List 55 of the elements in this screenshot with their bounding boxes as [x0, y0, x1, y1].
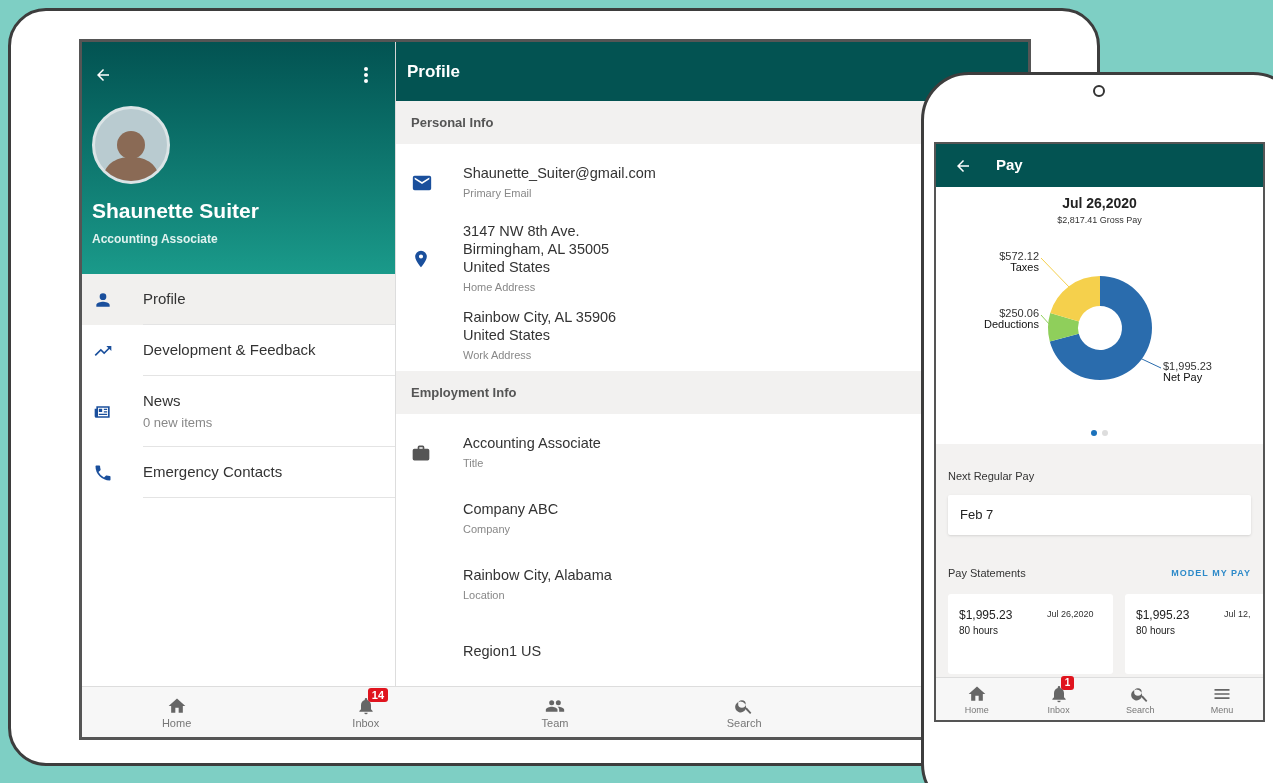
nav-tab[interactable]: Inbox — [352, 717, 380, 729]
field-label: Title — [463, 456, 485, 472]
notification-badge: 1 — [1060, 675, 1075, 690]
field-label: Primary Email — [463, 186, 533, 202]
section-heading: Pay Statements — [948, 566, 1026, 581]
statement-hours: 80 hours — [1136, 623, 1176, 638]
drawer-item-sublabel: 0 new items — [143, 413, 214, 432]
field-value: Accounting Associate — [463, 434, 601, 453]
user-name: Shaunette Suiter — [92, 198, 260, 224]
pay-statement-card[interactable]: $1,995.23 80 hours Jul 12, — [1125, 593, 1263, 674]
field-value: Shaunette_Suiter@gmail.com — [463, 164, 656, 183]
page-title: Pay — [996, 155, 1023, 176]
field-label: Home Address — [463, 280, 537, 295]
field-value: Rainbow City, AL 35906 United States — [463, 307, 617, 344]
field-value: 3147 NW 8th Ave. Birmingham, AL 35005 United States — [463, 222, 610, 276]
nav-tab[interactable]: Menu — [1210, 705, 1234, 715]
nav-tab[interactable]: Search — [1126, 705, 1155, 715]
field-value: Company ABC — [463, 500, 559, 519]
slice-value: $250.06 — [998, 306, 1039, 319]
slice-value: $572.12 — [998, 249, 1039, 262]
page-title: Profile — [407, 60, 460, 83]
pay-statement-card[interactable]: $1,995.23 80 hours Jul 26,2020 — [948, 593, 1113, 674]
drawer-item-label: Profile — [143, 288, 187, 309]
drawer-item-label: Emergency Contacts — [143, 461, 284, 482]
nav-tab[interactable]: Team — [541, 717, 569, 729]
model-my-pay-link[interactable]: MODEL MY PAY — [1171, 566, 1251, 580]
statement-date: Jul 26,2020 — [1047, 607, 1094, 621]
notification-badge: 14 — [367, 687, 389, 702]
statement-amount: $1,995.23 — [1136, 607, 1191, 623]
drawer-item[interactable]: Profile — [82, 274, 395, 325]
nav-tab[interactable]: Home — [161, 717, 192, 729]
section-heading: Next Regular Pay — [948, 468, 1036, 484]
nav-tab[interactable]: Home — [964, 705, 989, 715]
pay-date: Jul 26,2020 — [1062, 194, 1137, 213]
nav-tab[interactable]: Inbox — [1047, 705, 1070, 715]
nav-tab[interactable]: Search — [726, 717, 762, 729]
slice-label: Taxes — [1009, 260, 1039, 273]
field-label: Work Address — [463, 347, 533, 363]
drawer-item-label: News — [143, 391, 182, 411]
gross-pay: $2,817.41 Gross Pay — [1057, 214, 1142, 227]
statement-date: Jul 12, — [1224, 607, 1251, 621]
next-pay-card[interactable]: Feb 7 — [948, 495, 1251, 535]
briefcase-icon — [411, 443, 431, 463]
field-label: Location — [463, 588, 506, 604]
drawer-item-label: Development & Feedback — [143, 339, 317, 360]
field-value: Rainbow City, Alabama — [463, 566, 612, 585]
statement-hours: 80 hours — [959, 623, 999, 638]
statement-amount: $1,995.23 — [959, 607, 1014, 623]
field-value: Region1 US — [463, 642, 542, 660]
slice-label: Deductions — [983, 317, 1039, 330]
leader-line — [1040, 257, 1072, 290]
more-options-icon[interactable] — [363, 66, 369, 84]
user-role: Accounting Associate — [92, 231, 219, 249]
slice-value: $1,995.23 — [1162, 359, 1212, 372]
field-label: Company — [463, 522, 512, 538]
